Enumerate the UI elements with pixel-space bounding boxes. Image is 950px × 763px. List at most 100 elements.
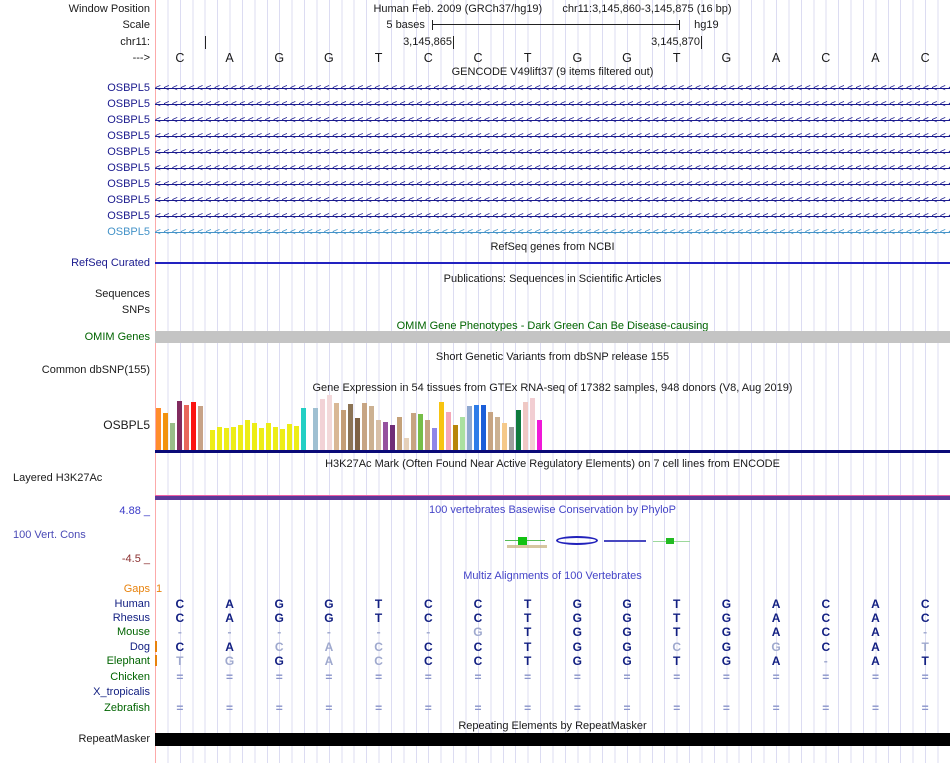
gene-label[interactable]: OSBPL5 (107, 114, 150, 126)
gtex-tissue-bar[interactable] (383, 422, 388, 450)
gtex-tissue-bar[interactable] (530, 398, 535, 450)
sequences-label[interactable]: Sequences (95, 288, 150, 300)
gene-transcript-row[interactable]: <<<<<<<<<<<<<<<<<<<<<<<<<<<<<<<<<<<<<<<<… (155, 82, 950, 95)
gtex-tissue-bar[interactable] (301, 408, 306, 450)
gtex-tissue-bar[interactable] (320, 399, 325, 450)
gtex-tissue-bar[interactable] (516, 410, 521, 450)
gtex-tissue-bar[interactable] (502, 423, 507, 450)
gtex-tissue-bar[interactable] (488, 412, 493, 450)
gene-transcript-row[interactable]: <<<<<<<<<<<<<<<<<<<<<<<<<<<<<<<<<<<<<<<<… (155, 226, 950, 239)
gene-label[interactable]: OSBPL5 (107, 82, 150, 94)
gtex-tissue-bar[interactable] (334, 403, 339, 450)
gtex-tissue-bar[interactable] (362, 403, 367, 450)
gtex-tissue-bar[interactable] (184, 405, 189, 450)
gene-label[interactable]: OSBPL5 (107, 178, 150, 190)
gtex-tissue-bar[interactable] (467, 406, 472, 450)
refseq-gene-line[interactable] (155, 262, 950, 264)
omim-genes-label[interactable]: OMIM Genes (85, 331, 150, 343)
snps-label[interactable]: SNPs (122, 304, 150, 316)
gtex-tissue-bar[interactable] (439, 402, 444, 450)
species-label-x_tropicalis[interactable]: X_tropicalis (93, 686, 150, 698)
gtex-tissue-bar[interactable] (390, 425, 395, 450)
gtex-tissue-bar[interactable] (156, 408, 161, 450)
gtex-tissue-bar[interactable] (425, 420, 430, 450)
species-label-human[interactable]: Human (115, 598, 150, 610)
gtex-tissue-bar[interactable] (177, 401, 182, 450)
gtex-tissue-bar[interactable] (287, 424, 292, 450)
gtex-tissue-bar[interactable] (369, 406, 374, 450)
gtex-tissue-bar[interactable] (224, 428, 229, 450)
species-label-elephant[interactable]: Elephant (107, 655, 150, 667)
gtex-tissue-bar[interactable] (495, 417, 500, 450)
cons-mark-ellipse[interactable] (556, 536, 598, 545)
gene-transcript-row[interactable]: <<<<<<<<<<<<<<<<<<<<<<<<<<<<<<<<<<<<<<<<… (155, 210, 950, 223)
species-label-gaps[interactable]: Gaps (124, 583, 150, 595)
gtex-tissue-bar[interactable] (474, 405, 479, 450)
gtex-tissue-bar[interactable] (446, 412, 451, 450)
gtex-tissue-bar[interactable] (376, 420, 381, 450)
species-label-dog[interactable]: Dog (130, 641, 150, 653)
repeatmasker-label[interactable]: RepeatMasker (78, 733, 150, 745)
dbsnp-label[interactable]: Common dbSNP(155) (42, 364, 150, 376)
gtex-tissue-bar[interactable] (327, 395, 332, 450)
h3k27ac-label[interactable]: Layered H3K27Ac (13, 472, 102, 484)
h3k27ac-signal-band[interactable] (155, 496, 950, 500)
gtex-tissue-bar[interactable] (523, 402, 528, 450)
gtex-tissue-bar[interactable] (191, 402, 196, 450)
gene-label[interactable]: OSBPL5 (107, 98, 150, 110)
gtex-tissue-bar[interactable] (217, 427, 222, 450)
gene-label[interactable]: OSBPL5 (107, 146, 150, 158)
species-label-chicken[interactable]: Chicken (110, 671, 150, 683)
species-label-mouse[interactable]: Mouse (117, 626, 150, 638)
gtex-tissue-bar[interactable] (163, 413, 168, 450)
species-label-rhesus[interactable]: Rhesus (113, 612, 150, 624)
gtex-tissue-bar[interactable] (245, 420, 250, 450)
gtex-tissue-bar[interactable] (418, 414, 423, 450)
refseq-curated-label[interactable]: RefSeq Curated (71, 257, 150, 269)
cons-track-label[interactable]: 100 Vert. Cons (13, 529, 86, 541)
gtex-tissue-bar[interactable] (355, 418, 360, 450)
gtex-gene-label[interactable]: OSBPL5 (103, 418, 150, 432)
gtex-tissue-bar[interactable] (280, 429, 285, 450)
cons-mark-blue-line[interactable] (604, 540, 646, 542)
gtex-tissue-bar[interactable] (252, 423, 257, 450)
gtex-tissue-bar[interactable] (210, 430, 215, 450)
gene-label[interactable]: OSBPL5 (107, 226, 150, 238)
gtex-tissue-bar[interactable] (259, 428, 264, 450)
gene-label[interactable]: OSBPL5 (107, 162, 150, 174)
gtex-tissue-bar[interactable] (341, 410, 346, 450)
gtex-tissue-bar[interactable] (273, 427, 278, 450)
gene-transcript-row[interactable]: <<<<<<<<<<<<<<<<<<<<<<<<<<<<<<<<<<<<<<<<… (155, 194, 950, 207)
gene-transcript-row[interactable]: <<<<<<<<<<<<<<<<<<<<<<<<<<<<<<<<<<<<<<<<… (155, 114, 950, 127)
gene-label[interactable]: OSBPL5 (107, 130, 150, 142)
repeatmasker-bar[interactable] (155, 733, 950, 746)
gtex-tissue-bar[interactable] (509, 427, 514, 450)
gene-transcript-row[interactable]: <<<<<<<<<<<<<<<<<<<<<<<<<<<<<<<<<<<<<<<<… (155, 178, 950, 191)
gene-label[interactable]: OSBPL5 (107, 194, 150, 206)
gtex-tissue-bar[interactable] (397, 417, 402, 450)
gtex-tissue-bar[interactable] (238, 425, 243, 450)
gtex-tissue-bar[interactable] (432, 428, 437, 450)
gene-transcript-row[interactable]: <<<<<<<<<<<<<<<<<<<<<<<<<<<<<<<<<<<<<<<<… (155, 146, 950, 159)
gtex-tissue-bar[interactable] (481, 405, 486, 450)
gtex-tissue-bar[interactable] (348, 404, 353, 450)
gtex-tissue-bar[interactable] (231, 427, 236, 450)
gene-transcript-row[interactable]: <<<<<<<<<<<<<<<<<<<<<<<<<<<<<<<<<<<<<<<<… (155, 162, 950, 175)
gtex-tissue-bar[interactable] (294, 426, 299, 450)
gtex-tissue-bar[interactable] (404, 438, 409, 450)
cons-mark-green-box-2[interactable] (666, 538, 674, 544)
species-label-zebrafish[interactable]: Zebrafish (104, 702, 150, 714)
gene-label[interactable]: OSBPL5 (107, 210, 150, 222)
cons-mark-green-box[interactable] (518, 537, 527, 545)
gene-transcript-row[interactable]: <<<<<<<<<<<<<<<<<<<<<<<<<<<<<<<<<<<<<<<<… (155, 130, 950, 143)
gtex-tissue-bar[interactable] (198, 406, 203, 450)
gtex-tissue-bar[interactable] (313, 408, 318, 450)
gtex-tissue-bar[interactable] (170, 423, 175, 450)
omim-gene-bar[interactable] (155, 331, 950, 343)
gtex-tissue-bar[interactable] (411, 413, 416, 450)
gene-transcript-row[interactable]: <<<<<<<<<<<<<<<<<<<<<<<<<<<<<<<<<<<<<<<<… (155, 98, 950, 111)
gtex-tissue-bar[interactable] (537, 420, 542, 450)
gtex-tissue-bar[interactable] (453, 425, 458, 450)
gtex-tissue-bar[interactable] (460, 417, 465, 450)
gtex-tissue-bar[interactable] (266, 423, 271, 450)
